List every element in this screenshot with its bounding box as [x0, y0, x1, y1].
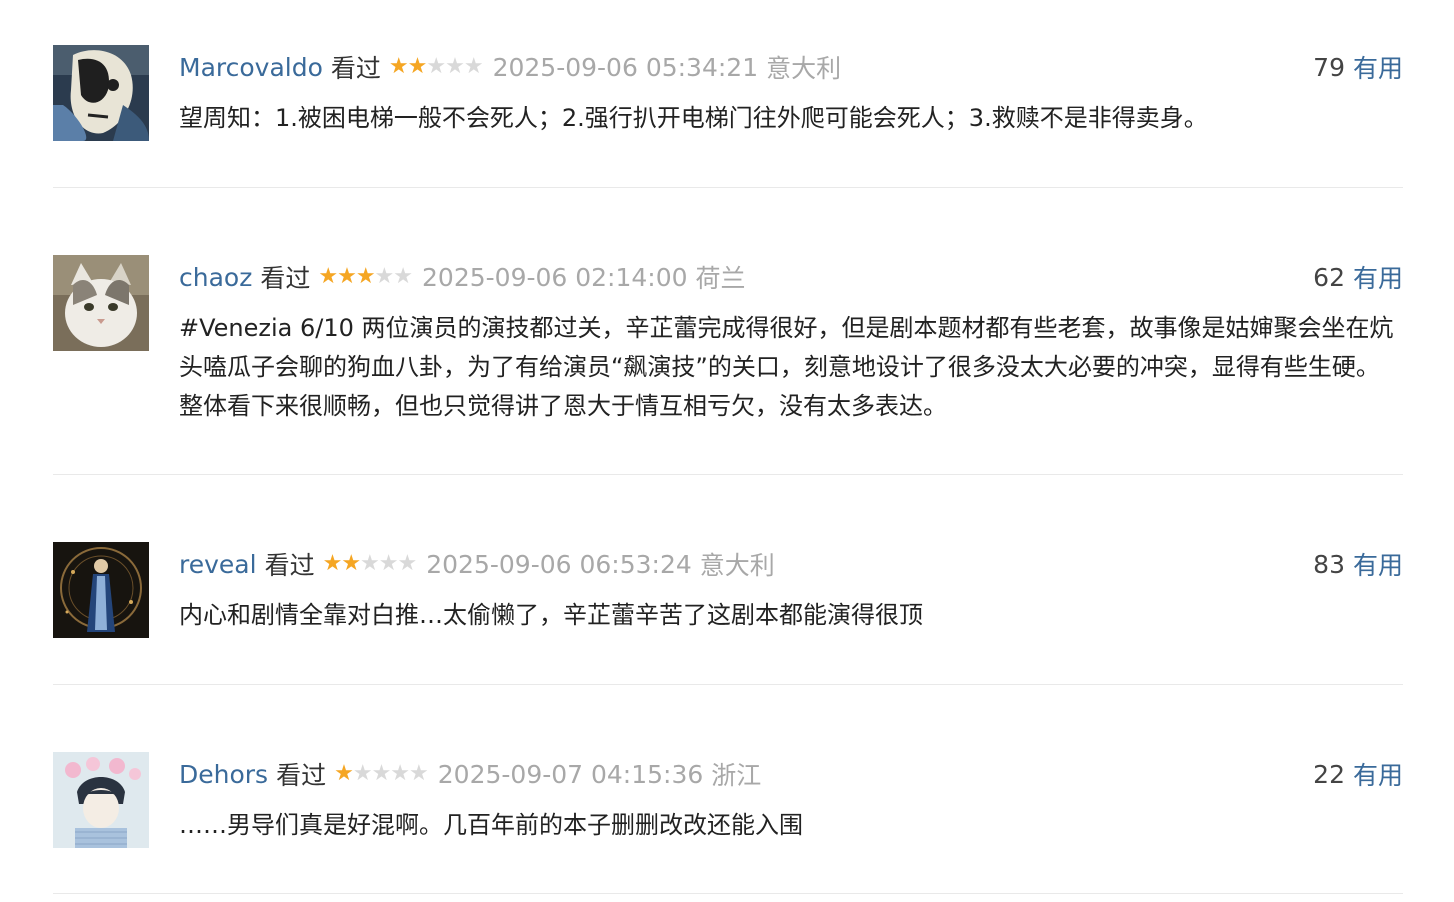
vote-area: 22 有用 [1313, 757, 1403, 791]
comment-time: 2025-09-06 02:14:00 [422, 262, 688, 292]
comment-text: 内心和剧情全靠对白推…太偷懒了，辛芷蕾辛苦了这剧本都能演得很顶 [179, 601, 923, 629]
comment-time: 2025-09-06 05:34:21 [492, 52, 759, 82]
useful-button[interactable]: 有用 [1353, 259, 1403, 295]
useful-button[interactable]: 有用 [1353, 49, 1403, 85]
username-link[interactable]: Dehors [179, 760, 268, 789]
comment-location: 荷兰 [695, 264, 746, 293]
rating-stars: ★ ★ ★ ★ ★ [388, 54, 484, 79]
anime-boy-avatar-icon [53, 752, 149, 848]
avatar[interactable] [53, 542, 149, 638]
username-link[interactable]: Marcovaldo [179, 53, 323, 82]
comment-text: #Venezia 6/10 两位演员的演技都过关，辛芷蕾完成得很好，但是剧本题材… [179, 314, 1394, 420]
star-icon: ★ [463, 54, 484, 79]
star-icon: ★ [409, 761, 429, 786]
star-icon: ★ [374, 264, 395, 289]
comment-item: Marcovaldo 看过 ★ ★ ★ ★ ★ 2025-09-06 05:34:21 … [53, 0, 1403, 188]
star-icon: ★ [337, 264, 357, 289]
portrait-avatar-icon [53, 45, 149, 141]
comment-time: 2025-09-06 06:53:24 [426, 549, 692, 579]
star-icon: ★ [355, 264, 376, 289]
rating-stars: ★ ★ ★ ★ ★ [322, 551, 418, 576]
comment-text: 望周知：1.被困电梯一般不会死人；2.强行扒开电梯门往外爬可能会死人；3.救赎不… [179, 104, 1208, 132]
avatar[interactable] [53, 255, 149, 351]
star-icon: ★ [352, 761, 373, 786]
star-icon: ★ [388, 54, 409, 79]
vote-count: 62 [1313, 262, 1345, 292]
rating-stars: ★ ★ ★ ★ ★ [318, 264, 413, 289]
star-icon: ★ [397, 551, 418, 576]
comment-meta: Dehors 看过 ★ ★ ★ ★ ★ 2025-09-07 04:15:36 浙江 2… [179, 757, 1403, 791]
star-icon: ★ [360, 551, 380, 576]
watch-status: 看过 [276, 761, 327, 790]
comment-item: reveal 看过 ★ ★ ★ ★ ★ 2025-09-06 06:53:24 意大利 … [53, 475, 1403, 685]
useful-button[interactable]: 有用 [1353, 546, 1403, 582]
star-icon: ★ [371, 761, 392, 786]
rating-stars: ★ ★ ★ ★ ★ [334, 761, 429, 786]
comment-time: 2025-09-07 04:15:36 [437, 759, 704, 789]
star-icon: ★ [322, 551, 343, 576]
vote-count: 83 [1313, 549, 1345, 579]
comment-location: 意大利 [766, 54, 842, 83]
vote-count: 79 [1313, 52, 1345, 82]
watch-status: 看过 [330, 54, 381, 83]
star-icon: ★ [318, 264, 338, 289]
star-icon: ★ [378, 551, 399, 576]
avatar[interactable] [53, 45, 149, 141]
comment-location: 浙江 [711, 761, 762, 790]
star-icon: ★ [393, 264, 413, 289]
comment-meta: Marcovaldo 看过 ★ ★ ★ ★ ★ 2025-09-06 05:34:21 … [179, 50, 1403, 84]
star-icon: ★ [407, 54, 428, 79]
comment-meta: chaoz 看过 ★ ★ ★ ★ ★ 2025-09-06 02:14:00 荷兰 62… [179, 260, 1403, 294]
watch-status: 看过 [260, 264, 311, 293]
vote-area: 79 有用 [1313, 50, 1403, 84]
vote-count: 22 [1313, 759, 1345, 789]
vote-area: 62 有用 [1313, 260, 1403, 294]
username-link[interactable]: chaoz [179, 263, 252, 292]
star-icon: ★ [426, 54, 446, 79]
comment-location: 意大利 [699, 551, 775, 580]
comment-item: chaoz 看过 ★ ★ ★ ★ ★ 2025-09-06 02:14:00 荷兰 62… [53, 188, 1403, 475]
username-link[interactable]: reveal [179, 550, 257, 579]
comment-list: Marcovaldo 看过 ★ ★ ★ ★ ★ 2025-09-06 05:34:21 … [53, 0, 1403, 894]
watch-status: 看过 [264, 551, 315, 580]
star-icon: ★ [445, 54, 465, 79]
star-icon: ★ [390, 761, 410, 786]
comment-meta: reveal 看过 ★ ★ ★ ★ ★ 2025-09-06 06:53:24 意大利 … [179, 547, 1403, 581]
figure-avatar-icon [53, 542, 149, 638]
star-icon: ★ [334, 761, 354, 786]
vote-area: 83 有用 [1313, 547, 1403, 581]
star-icon: ★ [341, 551, 361, 576]
cat-avatar-icon [53, 255, 149, 351]
useful-button[interactable]: 有用 [1353, 756, 1403, 792]
avatar[interactable] [53, 752, 149, 848]
comment-text: ……男导们真是好混啊。几百年前的本子删删改改还能入围 [179, 811, 803, 839]
comment-item: Dehors 看过 ★ ★ ★ ★ ★ 2025-09-07 04:15:36 浙江 2… [53, 685, 1403, 894]
